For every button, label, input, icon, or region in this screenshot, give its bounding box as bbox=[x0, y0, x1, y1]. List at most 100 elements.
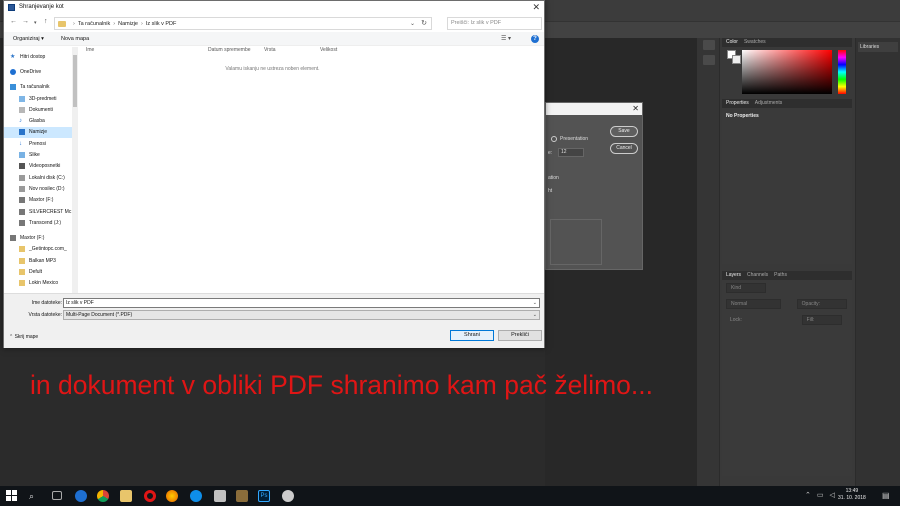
usb-drive-icon bbox=[10, 235, 16, 242]
hue-slider[interactable] bbox=[838, 50, 846, 94]
nav-item-new-volume-d[interactable]: Nov nosilec (D:) bbox=[4, 183, 77, 194]
opacity-field[interactable]: Opacity: bbox=[796, 299, 847, 309]
nav-item-folder[interactable]: Lokin Mexico bbox=[4, 278, 77, 289]
column-header-size[interactable]: Velikost bbox=[314, 47, 370, 55]
history-icon[interactable] bbox=[703, 40, 715, 50]
libraries-button[interactable]: Libraries bbox=[858, 42, 898, 52]
nav-item-folder[interactable]: Defult bbox=[4, 266, 77, 277]
recent-chevron-icon[interactable]: ▾ bbox=[34, 20, 37, 26]
pdf-cancel-button[interactable]: Cancel bbox=[610, 143, 638, 154]
task-view-icon[interactable] bbox=[52, 491, 62, 500]
filename-input[interactable]: Iz slik v PDF ⌄ bbox=[63, 298, 540, 308]
help-icon[interactable]: ? bbox=[531, 35, 539, 43]
download-icon: ↓ bbox=[19, 140, 22, 147]
windows-start-icon[interactable] bbox=[6, 490, 18, 502]
volume-icon[interactable]: ◁ bbox=[830, 491, 835, 499]
address-bar[interactable]: › Ta računalnik › Namizje › Iz slik v PD… bbox=[54, 17, 432, 30]
view-options-icon[interactable]: ☰ ▾ bbox=[501, 35, 511, 42]
save-button[interactable]: Shrani bbox=[450, 330, 494, 341]
presentation-radio[interactable] bbox=[551, 136, 557, 142]
chevron-down-icon[interactable]: ⌄ bbox=[533, 299, 537, 307]
chevron-down-icon[interactable]: ⌄ bbox=[533, 311, 537, 319]
nav-item-onedrive[interactable]: OneDrive bbox=[4, 66, 77, 77]
fill-field[interactable]: Fill: bbox=[801, 315, 842, 325]
nav-item-silvercrest[interactable]: SILVERCREST Mc bbox=[4, 206, 77, 217]
teamviewer-icon[interactable] bbox=[190, 490, 202, 502]
search-input[interactable]: Preišči: Iz slik v PDF bbox=[447, 17, 542, 30]
blend-mode-select[interactable]: Normal bbox=[726, 299, 781, 309]
nav-item-music[interactable]: ♪ Glasba bbox=[4, 115, 77, 126]
close-icon[interactable]: ✕ bbox=[532, 2, 540, 13]
back-arrow-icon[interactable]: ← bbox=[10, 18, 17, 25]
cancel-button[interactable]: Prekliči bbox=[498, 330, 542, 341]
nav-item-maxtor-f[interactable]: Maxtor (F:) bbox=[4, 195, 77, 206]
nav-item-maxtor-f-root[interactable]: Maxtor (F:) bbox=[4, 232, 77, 243]
close-icon[interactable]: ✕ bbox=[632, 104, 639, 113]
desktop-icon bbox=[19, 129, 25, 136]
column-header-date[interactable]: Datum spremembe bbox=[202, 47, 258, 55]
nav-label: Maxtor (F:) bbox=[20, 235, 45, 242]
nav-item-local-disk-c[interactable]: Lokalni disk (C:) bbox=[4, 172, 77, 183]
app-icon[interactable] bbox=[282, 490, 294, 502]
tab-adjustments[interactable]: Adjustments bbox=[755, 99, 783, 108]
tab-channels[interactable]: Channels bbox=[747, 271, 768, 280]
nav-item-documents[interactable]: Dokumenti bbox=[4, 104, 77, 115]
layer-kind-filter[interactable]: Kind bbox=[726, 283, 766, 293]
opera-icon[interactable] bbox=[144, 490, 156, 502]
chevron-up-icon[interactable]: ⌃ bbox=[805, 491, 811, 499]
tab-color[interactable]: Color bbox=[726, 38, 738, 47]
notification-icon[interactable]: ▤ bbox=[882, 491, 890, 500]
picture-icon bbox=[19, 152, 25, 159]
chevron-down-icon[interactable]: ⌄ bbox=[410, 20, 415, 27]
network-icon[interactable]: ▭ bbox=[817, 491, 824, 499]
gimp-icon[interactable] bbox=[236, 490, 248, 502]
new-folder-button[interactable]: Nova mapa bbox=[61, 36, 89, 42]
filename-label: Ime datoteke: bbox=[31, 300, 62, 306]
background-color-swatch[interactable] bbox=[732, 55, 741, 64]
edge-icon[interactable] bbox=[75, 490, 87, 502]
clock-time: 13:49 bbox=[845, 488, 859, 494]
store-icon[interactable] bbox=[214, 490, 226, 502]
size-select[interactable]: 12 bbox=[558, 148, 584, 157]
chrome-icon[interactable] bbox=[97, 490, 109, 502]
tab-properties[interactable]: Properties bbox=[726, 99, 749, 108]
breadcrumb-desktop[interactable]: Namizje bbox=[118, 21, 138, 27]
firefox-icon[interactable] bbox=[166, 490, 178, 502]
column-header-type[interactable]: Vrsta bbox=[258, 47, 314, 55]
nav-item-folder[interactable]: _Getintopc.com_ bbox=[4, 244, 77, 255]
color-field[interactable] bbox=[742, 50, 832, 94]
nav-item-videos[interactable]: Videoposnetki bbox=[4, 161, 77, 172]
nav-label: Transcend (J:) bbox=[29, 219, 62, 226]
nav-item-downloads[interactable]: ↓ Prenosi bbox=[4, 138, 77, 149]
breadcrumb-this-pc[interactable]: Ta računalnik bbox=[78, 21, 110, 27]
nav-item-desktop[interactable]: Namizje bbox=[4, 126, 77, 139]
scrollbar-thumb[interactable] bbox=[73, 55, 77, 107]
navigation-pane: ★ Hitri dostop OneDrive Ta računalnik 3D-… bbox=[4, 47, 77, 293]
filetype-select[interactable]: Multi-Page Document (*.PDF) ⌄ bbox=[63, 310, 540, 320]
nav-item-this-pc[interactable]: Ta računalnik bbox=[4, 82, 77, 93]
up-arrow-icon[interactable]: ↑ bbox=[44, 18, 48, 25]
nav-item-transcend-j[interactable]: Transcend (J:) bbox=[4, 217, 77, 228]
breadcrumb-current-folder[interactable]: Iz slik v PDF bbox=[146, 21, 177, 27]
column-header-name[interactable]: Ime bbox=[80, 47, 202, 55]
properties-panel: Properties Adjustments No Properties bbox=[722, 99, 852, 264]
tab-layers[interactable]: Layers bbox=[726, 271, 741, 280]
organize-button[interactable]: Organiziraj ▾ bbox=[13, 36, 44, 42]
nav-item-pictures[interactable]: Slike bbox=[4, 149, 77, 160]
nav-item-quick-access[interactable]: ★ Hitri dostop bbox=[4, 51, 77, 62]
photoshop-icon[interactable]: Ps bbox=[258, 490, 270, 502]
hide-folders-toggle[interactable]: ⌃ Skrij mape bbox=[9, 334, 38, 340]
explorer-icon[interactable] bbox=[120, 490, 132, 502]
navigation-scrollbar[interactable] bbox=[72, 47, 78, 293]
pdf-preview-box bbox=[550, 219, 602, 265]
tab-swatches[interactable]: Swatches bbox=[744, 38, 766, 47]
pdf-save-button[interactable]: Save bbox=[610, 126, 638, 137]
tab-paths[interactable]: Paths bbox=[774, 271, 787, 280]
nav-item-3d-objects[interactable]: 3D-predmeti bbox=[4, 93, 77, 104]
forward-arrow-icon[interactable]: → bbox=[22, 18, 29, 25]
refresh-icon[interactable]: ↻ bbox=[421, 19, 427, 27]
search-icon[interactable]: ⌕ bbox=[29, 490, 41, 502]
clock[interactable]: 13:49 31. 10. 2018 bbox=[838, 488, 866, 502]
brush-icon[interactable] bbox=[703, 55, 715, 65]
nav-item-folder[interactable]: Balkan MP3 bbox=[4, 255, 77, 266]
